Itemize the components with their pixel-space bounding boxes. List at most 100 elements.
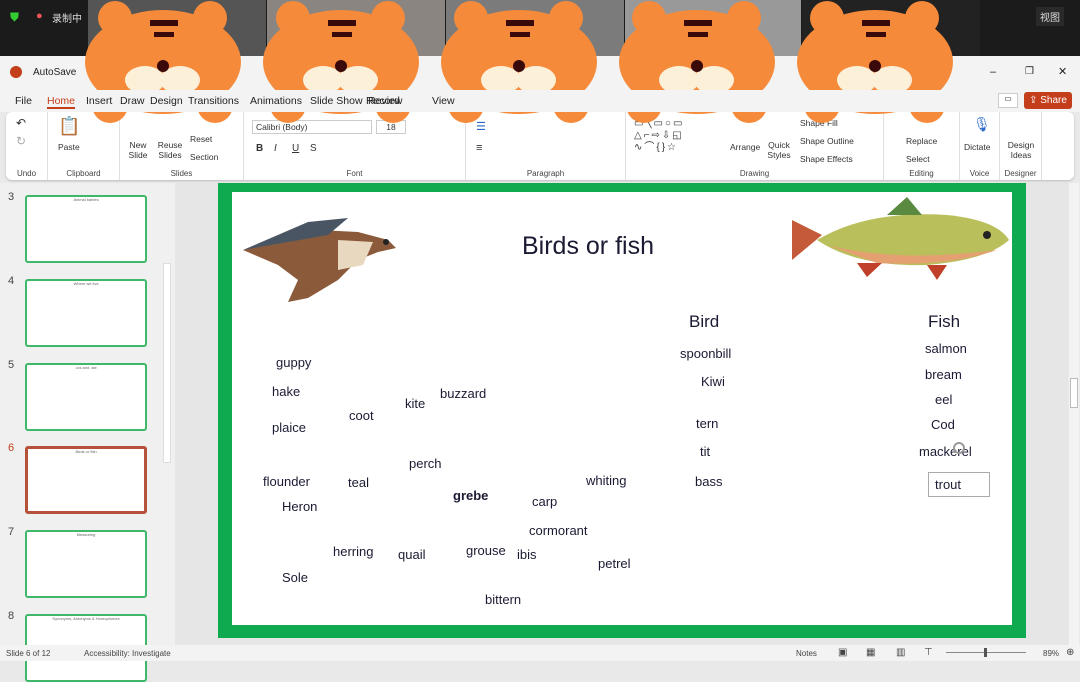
tab-review[interactable]: Review [368, 95, 402, 107]
restore-button[interactable]: ❐ [1025, 66, 1034, 77]
fish-heading[interactable]: Fish [928, 312, 960, 332]
normal-view-icon[interactable]: ▣ [838, 647, 847, 658]
arrange-button[interactable]: Arrange [730, 142, 760, 152]
shape-outline-button[interactable]: Shape Outline [800, 136, 854, 146]
slide-thumbnail-4[interactable]: Where we live [25, 279, 147, 347]
slide-thumbnail-3[interactable]: Animal babies [25, 195, 147, 263]
tab-insert[interactable]: Insert [86, 95, 112, 107]
slide-number: 4 [8, 275, 15, 287]
reuse-slides-button[interactable]: Reuse Slides [156, 140, 184, 160]
word-box[interactable]: buzzard [440, 386, 486, 402]
word-box[interactable]: Heron [282, 499, 317, 515]
fish-word[interactable]: Cod [931, 417, 955, 433]
designer-group-label: Designer [1004, 169, 1037, 178]
close-button[interactable]: ✕ [1058, 65, 1067, 78]
word-box[interactable]: Sole [282, 570, 308, 586]
thumbnail-title: -ics and -ise [75, 365, 97, 370]
word-box[interactable]: whiting [586, 473, 626, 489]
word-box[interactable]: cormorant [529, 523, 588, 539]
fish-word[interactable]: eel [935, 392, 952, 408]
view-button[interactable]: 视图 [1036, 7, 1064, 26]
zoom-slider-thumb[interactable] [984, 648, 987, 657]
tab-transitions[interactable]: Transitions [188, 95, 239, 107]
quick-styles-button[interactable]: Quick Styles [764, 140, 794, 160]
trout-fish-image [792, 197, 1009, 280]
bird-word[interactable]: tern [696, 416, 718, 432]
comments-button[interactable]: ▭ [998, 93, 1018, 108]
fish-word[interactable]: trout [935, 477, 961, 493]
design-ideas-button[interactable]: Design Ideas [1006, 140, 1036, 160]
bird-word[interactable]: bass [695, 474, 722, 490]
fish-word[interactable]: bream [925, 367, 962, 383]
select-button[interactable]: Select [906, 154, 930, 164]
bold-button[interactable]: B [256, 143, 263, 154]
slide-thumbnail-6[interactable]: Birds or fish [25, 446, 147, 514]
word-box[interactable]: kite [405, 396, 425, 412]
word-box[interactable]: hake [272, 384, 300, 400]
dictate-button[interactable]: Dictate [964, 142, 990, 152]
align-left-icon[interactable]: ≡ [476, 142, 482, 154]
thumbnail-scrollbar[interactable] [163, 263, 171, 463]
tab-design[interactable]: Design [150, 95, 183, 107]
word-box[interactable]: herring [333, 544, 373, 560]
word-box[interactable]: ibis [517, 547, 537, 563]
word-box[interactable]: grebe [453, 488, 488, 504]
thumbnail-title: Synonyms, Antonyms & Homophones [52, 616, 120, 621]
word-box[interactable]: perch [409, 456, 442, 472]
accessibility-button[interactable]: Accessibility: Investigate [84, 649, 171, 658]
reading-view-icon[interactable]: ▥ [896, 647, 905, 658]
underline-button[interactable]: U [292, 143, 299, 154]
selected-textbox[interactable]: trout [928, 472, 990, 497]
slide-thumbnail-5[interactable]: -ics and -ise [25, 363, 147, 431]
paste-button[interactable]: Paste [58, 142, 80, 152]
slide-counter: Slide 6 of 12 [6, 649, 51, 658]
italic-button[interactable]: I [274, 143, 277, 154]
reset-button[interactable]: Reset [190, 134, 212, 144]
bird-word[interactable]: Kiwi [701, 374, 725, 390]
word-box[interactable]: teal [348, 475, 369, 491]
word-box[interactable]: carp [532, 494, 557, 510]
share-button[interactable]: ⇪ Share [1024, 92, 1072, 109]
bird-word[interactable]: spoonbill [680, 346, 731, 362]
slide-number: 8 [8, 610, 15, 622]
slide-title[interactable]: Birds or fish [522, 232, 654, 260]
drawing-group-label: Drawing [739, 169, 770, 178]
tab-draw[interactable]: Draw [120, 95, 145, 107]
replace-button[interactable]: Replace [906, 136, 937, 146]
word-box[interactable]: grouse [466, 543, 506, 559]
fish-word[interactable]: salmon [925, 341, 967, 357]
new-slide-button[interactable]: New Slide [124, 140, 152, 160]
designer-group: Design Ideas Designer [1000, 112, 1042, 180]
rotate-handle[interactable] [953, 442, 965, 454]
zoom-level[interactable]: 89% [1043, 649, 1059, 658]
tab-animations[interactable]: Animations [250, 95, 302, 107]
tab-slide-show[interactable]: Slide Show [310, 95, 363, 107]
redo-icon[interactable]: ↻ [16, 134, 26, 148]
word-box[interactable]: plaice [272, 420, 306, 436]
slide: Birds or fish Bird Fish guppy hake kite … [232, 192, 1012, 625]
fit-to-window-icon[interactable]: ⊕ [1066, 647, 1074, 658]
section-button[interactable]: Section [190, 152, 218, 162]
tab-file[interactable]: File [15, 95, 32, 107]
tab-view[interactable]: View [432, 95, 455, 107]
word-box[interactable]: coot [349, 408, 374, 424]
shape-effects-button[interactable]: Shape Effects [800, 154, 853, 164]
notes-button[interactable]: Notes [796, 649, 817, 658]
word-box[interactable]: quail [398, 547, 425, 563]
minimize-button[interactable]: – [990, 66, 996, 78]
word-box[interactable]: bittern [485, 592, 521, 608]
bird-heading[interactable]: Bird [689, 312, 719, 332]
tab-home[interactable]: Home [47, 95, 76, 109]
bird-word[interactable]: tit [700, 444, 710, 460]
shadow-button[interactable]: S [310, 143, 317, 154]
word-box[interactable]: flounder [263, 474, 310, 490]
word-box[interactable]: petrel [598, 556, 631, 572]
slide-thumbnail-7[interactable]: Measuring [25, 530, 147, 598]
undo-icon[interactable]: ↶ [16, 116, 26, 130]
scroll-thumb[interactable] [1070, 378, 1078, 408]
paste-icon[interactable]: 📋 [58, 116, 80, 137]
canvas-scrollbar[interactable] [1069, 183, 1079, 645]
slide-sorter-icon[interactable]: ▦ [866, 647, 875, 658]
word-box[interactable]: guppy [276, 355, 311, 371]
slideshow-icon[interactable]: ⊤ [924, 647, 933, 658]
